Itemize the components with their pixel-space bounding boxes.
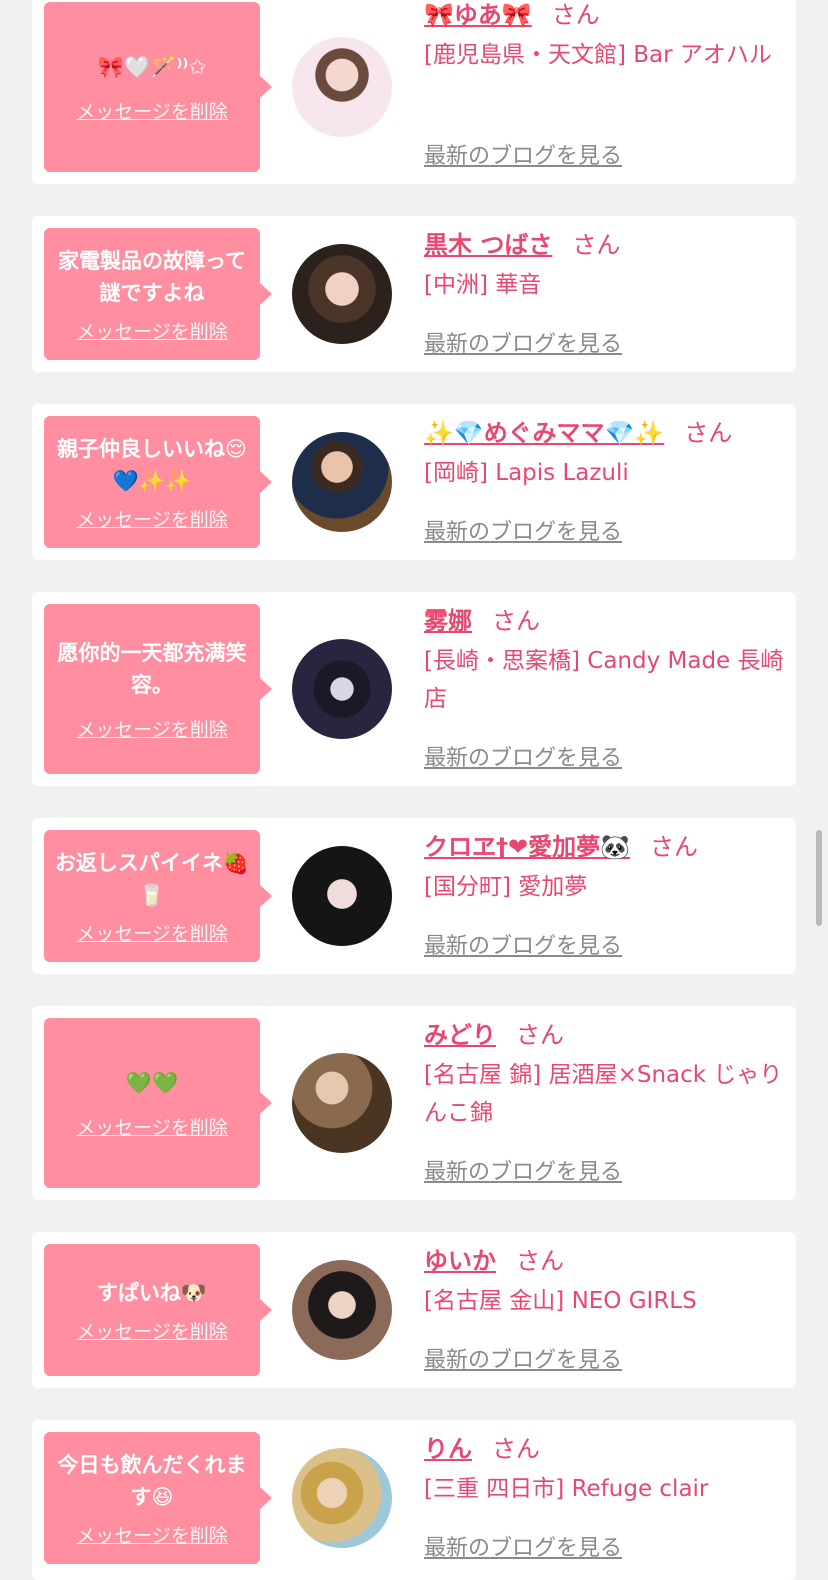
avatar[interactable] [292,432,392,532]
message-text: 家電製品の故障って謎ですよね [58,248,246,305]
avatar[interactable] [292,1260,392,1360]
shop-text: [国分町] 愛加夢 [424,874,588,900]
delete-message-link[interactable]: メッセージを削除 [76,1521,228,1548]
shop-text: [中洲] 華音 [424,272,542,298]
message-card: 💚💚 メッセージを削除 みどり さん [名古屋 錦] 居酒屋×Snack じゃりん… [32,1006,796,1200]
message-bubble: 💚💚 メッセージを削除 [44,1018,272,1188]
latest-blog-link[interactable]: 最新のブログを見る [424,514,622,546]
latest-blog-link[interactable]: 最新のブログを見る [424,326,622,358]
message-text: 親子仲良しいいね😌💙✨✨ [57,436,247,493]
delete-message-link[interactable]: メッセージを削除 [76,715,228,742]
honorific: さん [572,231,621,259]
message-card: 今日も飲んだくれます😆 メッセージを削除 りん さん [三重 四日市] Refug… [32,1420,796,1580]
message-bubble: 🎀🤍🪄⁾⁾✩ メッセージを削除 [44,2,272,172]
latest-blog-link[interactable]: 最新のブログを見る [424,740,622,772]
message-text: 愿你的一天都充满笑容。 [57,640,247,697]
shop-text: [名古屋 錦] 居酒屋×Snack じゃりんこ錦 [424,1062,783,1126]
latest-blog-link[interactable]: 最新のブログを見る [424,928,622,960]
latest-blog-link[interactable]: 最新のブログを見る [424,138,622,170]
delete-message-link[interactable]: メッセージを削除 [76,317,228,344]
honorific: さん [516,1021,564,1049]
shop-text: [名古屋 金山] NEO GIRLS [424,1288,697,1314]
avatar[interactable] [292,244,392,344]
shop-text: [鹿児島県・天文館] Bar アオハル [424,42,772,68]
honorific: さん [492,607,540,635]
message-card: 親子仲良しいいね😌💙✨✨ メッセージを削除 ✨💎めぐみママ💎✨ さん [岡崎] L… [32,404,796,560]
user-name-link[interactable]: 黒木 つばさ [424,231,552,259]
message-bubble: すぱいね🐶 メッセージを削除 [44,1244,272,1376]
message-card: お返しスパイイネ🍓🥛 メッセージを削除 クロヱ†❤愛加夢🐼 さん [国分町] 愛加… [32,818,796,974]
user-name-link[interactable]: ゆいか [424,1247,496,1275]
message-card: 愿你的一天都充满笑容。 メッセージを削除 雾娜 さん [長崎・思案橋] Candy… [32,592,796,786]
honorific: さん [684,419,733,447]
avatar[interactable] [292,37,392,137]
message-bubble: 今日も飲んだくれます😆 メッセージを削除 [44,1432,272,1564]
user-name-link[interactable]: りん [424,1435,472,1463]
message-card: すぱいね🐶 メッセージを削除 ゆいか さん [名古屋 金山] NEO GIRLS … [32,1232,796,1388]
avatar[interactable] [292,1053,392,1153]
user-name-link[interactable]: 雾娜 [424,607,472,635]
scrollbar[interactable] [816,830,822,926]
delete-message-link[interactable]: メッセージを削除 [76,1113,228,1140]
shop-text: [三重 四日市] Refuge clair [424,1476,709,1502]
avatar[interactable] [292,1448,392,1548]
user-name-link[interactable]: 🎀ゆあ🎀 [424,1,532,29]
user-name-link[interactable]: みどり [424,1021,496,1049]
delete-message-link[interactable]: メッセージを削除 [76,97,228,124]
honorific: さん [650,833,698,861]
honorific: さん [516,1247,564,1275]
avatar[interactable] [292,639,392,739]
message-bubble: お返しスパイイネ🍓🥛 メッセージを削除 [44,830,272,962]
avatar[interactable] [292,846,392,946]
message-text: すぱいね🐶 [96,1280,208,1305]
message-card: 家電製品の故障って謎ですよね メッセージを削除 黒木 つばさ さん [中洲] 華音… [32,216,796,372]
user-name-link[interactable]: ✨💎めぐみママ💎✨ [424,419,664,447]
message-card: 🎀🤍🪄⁾⁾✩ メッセージを削除 🎀ゆあ🎀 さん [鹿児島県・天文館] Bar アオ… [32,0,796,184]
shop-text: [岡崎] Lapis Lazuli [424,460,629,486]
delete-message-link[interactable]: メッセージを削除 [76,505,228,532]
message-bubble: 親子仲良しいいね😌💙✨✨ メッセージを削除 [44,416,272,548]
message-bubble: 愿你的一天都充满笑容。 メッセージを削除 [44,604,272,774]
message-text: お返しスパイイネ🍓🥛 [54,850,250,907]
latest-blog-link[interactable]: 最新のブログを見る [424,1530,622,1562]
latest-blog-link[interactable]: 最新のブログを見る [424,1154,622,1186]
honorific: さん [551,1,600,29]
shop-text: [長崎・思案橋] Candy Made 長崎店 [424,648,784,712]
delete-message-link[interactable]: メッセージを削除 [76,1317,228,1344]
latest-blog-link[interactable]: 最新のブログを見る [424,1342,622,1374]
message-bubble: 家電製品の故障って謎ですよね メッセージを削除 [44,228,272,360]
honorific: さん [492,1435,540,1463]
user-name-link[interactable]: クロヱ†❤愛加夢🐼 [424,833,630,861]
message-text: 🎀🤍🪄⁾⁾✩ [97,54,207,79]
message-text: 💚💚 [125,1070,179,1095]
message-text: 今日も飲んだくれます😆 [57,1452,247,1509]
delete-message-link[interactable]: メッセージを削除 [76,919,228,946]
